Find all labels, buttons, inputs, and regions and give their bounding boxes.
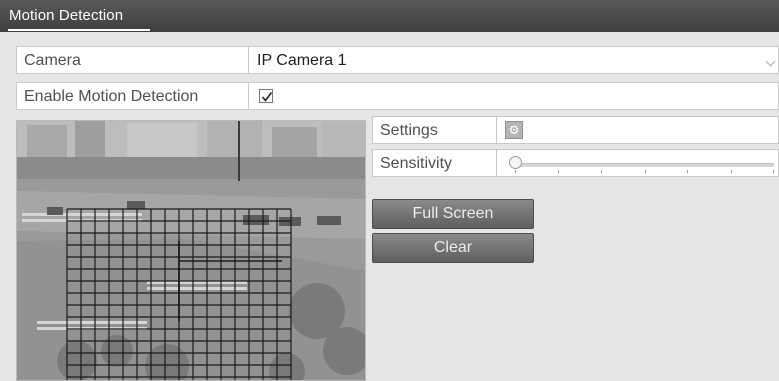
slider-tick <box>687 170 689 173</box>
settings-label: Settings <box>373 117 497 143</box>
full-screen-button[interactable]: Full Screen <box>372 199 534 229</box>
sensitivity-slider[interactable] <box>505 150 779 176</box>
sensitivity-row: Sensitivity <box>372 149 779 177</box>
camera-preview[interactable] <box>16 120 366 381</box>
camera-image <box>17 121 365 380</box>
page-title: Motion Detection <box>9 7 124 24</box>
settings-row: Settings ⚙ <box>372 116 779 144</box>
slider-tick <box>772 170 774 173</box>
chevron-down-icon[interactable] <box>765 56 776 67</box>
slider-ticks <box>515 170 774 174</box>
title-underline <box>8 29 150 31</box>
sensitivity-label: Sensitivity <box>373 150 497 176</box>
slider-track <box>515 163 774 167</box>
checkmark-icon <box>261 92 273 102</box>
camera-select[interactable]: IP Camera 1 <box>257 47 347 73</box>
slider-tick <box>644 170 646 173</box>
enable-motion-row: Enable Motion Detection <box>16 82 779 110</box>
enable-motion-label: Enable Motion Detection <box>17 83 249 109</box>
clear-button[interactable]: Clear <box>372 233 534 263</box>
camera-row: Camera IP Camera 1 <box>16 46 779 74</box>
slider-thumb[interactable] <box>509 156 522 169</box>
enable-motion-checkbox[interactable] <box>259 89 273 103</box>
slider-tick <box>557 170 559 173</box>
camera-label: Camera <box>17 47 249 73</box>
slider-tick <box>730 170 732 173</box>
title-bar: Motion Detection <box>0 0 779 32</box>
slider-tick <box>515 170 516 173</box>
gear-icon[interactable]: ⚙ <box>505 121 523 139</box>
slider-tick <box>601 170 603 173</box>
